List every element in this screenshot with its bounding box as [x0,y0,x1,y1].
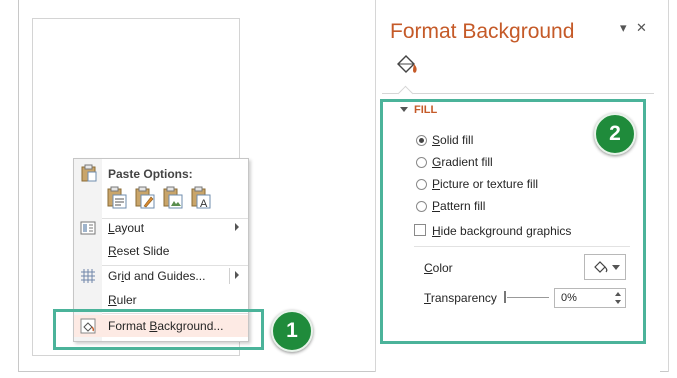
menu-item-layout[interactable]: Layout [74,217,248,239]
layout-icon [80,221,96,235]
paste-options-header: Paste Options: [80,164,245,182]
submenu-arrow-icon [235,223,239,231]
menu-item-reset-slide[interactable]: Reset Slide [74,240,248,262]
menu-item-label: Grid and Guides... [108,269,206,283]
grid-icon [81,269,95,283]
submenu-arrow-icon [235,271,239,279]
callout-badge-2: 2 [594,113,636,155]
callout-badge-1: 1 [271,310,313,352]
frame-right-border [668,0,669,372]
menu-item-label: Reset Slide [108,244,170,258]
menu-item-label: Ruler [108,293,137,307]
frame-left-border [18,0,19,372]
close-icon[interactable]: ✕ [636,20,647,36]
tab-underline [382,93,654,94]
pane-options-dropdown-icon[interactable]: ▾ [620,20,627,36]
paste-picture-icon[interactable] [162,186,184,210]
paste-options-row: A [104,186,244,214]
menu-item-grid-and-guides[interactable]: Grid and Guides... [74,265,248,287]
clipboard-icon [81,164,97,182]
paste-keep-text-only-icon[interactable]: A [190,186,212,210]
paste-keep-source-formatting-icon[interactable] [134,186,156,210]
submenu-divider [229,268,230,284]
pane-title: Format Background [390,20,575,43]
svg-text:A: A [200,198,208,210]
paste-use-destination-theme-icon[interactable] [106,186,128,210]
menu-item-ruler[interactable]: Ruler [74,289,248,311]
fill-tab-icon[interactable] [394,53,420,77]
highlight-box-format-background [53,309,264,350]
paste-options-label: Paste Options: [108,167,193,181]
menu-item-label: Layout [108,221,145,235]
